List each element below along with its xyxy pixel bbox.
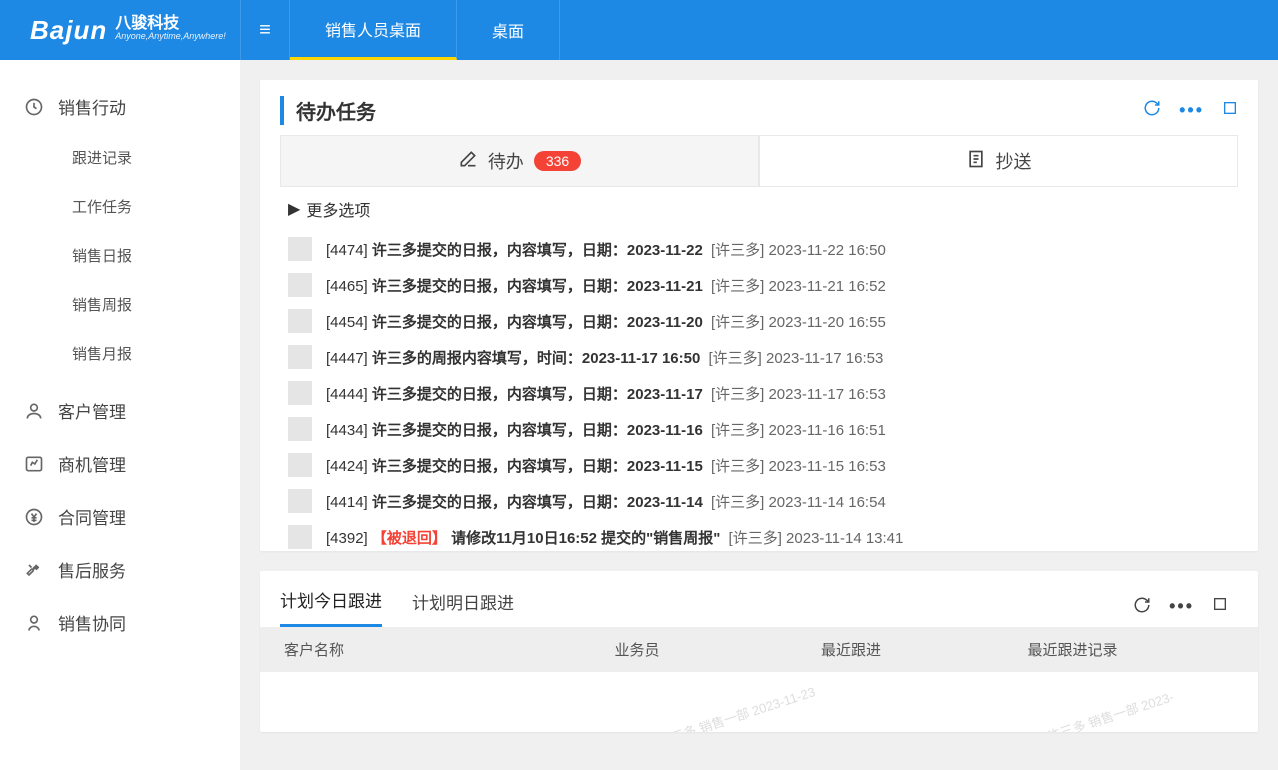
maximize-icon[interactable] [1212, 596, 1228, 619]
nav-follow-record[interactable]: 跟进记录 [0, 133, 240, 182]
todo-count-badge: 336 [534, 151, 581, 171]
target-icon [24, 454, 44, 474]
todo-card: 待办任务 ••• 待办 336 [260, 80, 1258, 551]
empty-table-body: one 许三多 销售一部 2023-11-23 one 许三多 销售一部 202… [260, 672, 1258, 732]
task-checkbox[interactable] [288, 489, 312, 513]
more-options-toggle[interactable]: ▶ 更多选项 [260, 187, 1258, 231]
task-row[interactable]: [4434] 许三多提交的日报，内容填写，日期：2023-11-16 [许三多]… [260, 411, 1258, 447]
menu-icon: ≡ [259, 19, 271, 42]
task-text: [4454] 许三多提交的日报，内容填写，日期：2023-11-20 [许三多]… [326, 311, 886, 332]
task-text: [4414] 许三多提交的日报，内容填写，日期：2023-11-14 [许三多]… [326, 491, 886, 512]
col-recent-record: 最近跟进记录 [1027, 639, 1234, 660]
task-checkbox[interactable] [288, 237, 312, 261]
tab-today-plan[interactable]: 计划今日跟进 [280, 587, 382, 627]
more-icon[interactable]: ••• [1169, 596, 1194, 619]
col-sales: 业务员 [614, 639, 821, 660]
task-row[interactable]: [4424] 许三多提交的日报，内容填写，日期：2023-11-15 [许三多]… [260, 447, 1258, 483]
task-checkbox[interactable] [288, 525, 312, 549]
user-icon [24, 401, 44, 421]
clock-icon [24, 97, 44, 117]
logo-main-text: Bajun [30, 15, 107, 46]
task-checkbox[interactable] [288, 381, 312, 405]
task-text: [4465] 许三多提交的日报，内容填写，日期：2023-11-21 [许三多]… [326, 275, 886, 296]
col-customer: 客户名称 [284, 639, 614, 660]
sidebar: 销售行动 跟进记录 工作任务 销售日报 销售周报 销售月报 客户管理 商机管理 … [0, 60, 240, 770]
nav-sales-collab[interactable]: 销售协同 [0, 596, 240, 649]
triangle-right-icon: ▶ [288, 199, 300, 219]
task-checkbox[interactable] [288, 345, 312, 369]
task-row[interactable]: [4454] 许三多提交的日报，内容填写，日期：2023-11-20 [许三多]… [260, 303, 1258, 339]
header-tabs: 销售人员桌面 桌面 [290, 0, 560, 60]
nav-customer-mgmt[interactable]: 客户管理 [0, 384, 240, 437]
wrench-icon [24, 560, 44, 580]
task-checkbox[interactable] [288, 309, 312, 333]
main-content: 待办任务 ••• 待办 336 [240, 60, 1278, 770]
nav-contract-mgmt[interactable]: 合同管理 [0, 490, 240, 543]
col-recent-follow: 最近跟进 [821, 639, 1028, 660]
task-checkbox[interactable] [288, 273, 312, 297]
people-icon [24, 613, 44, 633]
logo: Bajun 八骏科技 Anyone,Anytime,Anywhere! [0, 15, 240, 46]
task-checkbox[interactable] [288, 417, 312, 441]
plan-card: 计划今日跟进 计划明日跟进 ••• 客户名称 业务员 最近跟进 最近跟进记录 [260, 571, 1258, 732]
todo-title: 待办任务 [280, 96, 376, 125]
nav-sales-monthly[interactable]: 销售月报 [0, 329, 240, 378]
header-tab-desktop[interactable]: 桌面 [457, 0, 560, 60]
nav-work-task[interactable]: 工作任务 [0, 182, 240, 231]
task-row[interactable]: [4447] 许三多的周报内容填写，时间：2023-11-17 16:50 [许… [260, 339, 1258, 375]
doc-icon [966, 149, 986, 174]
nav-sales-action[interactable]: 销售行动 [0, 80, 240, 133]
tab-cc[interactable]: 抄送 [759, 135, 1238, 187]
task-text: [4444] 许三多提交的日报，内容填写，日期：2023-11-17 [许三多]… [326, 383, 886, 404]
nav-after-sales[interactable]: 售后服务 [0, 543, 240, 596]
logo-cn-text: 八骏科技 [115, 18, 226, 30]
task-list[interactable]: [4474] 许三多提交的日报，内容填写，日期：2023-11-22 [许三多]… [260, 231, 1258, 551]
tab-todo[interactable]: 待办 336 [280, 135, 759, 187]
maximize-icon[interactable] [1222, 100, 1238, 121]
nav-sales-weekly[interactable]: 销售周报 [0, 280, 240, 329]
task-text: [4424] 许三多提交的日报，内容填写，日期：2023-11-15 [许三多]… [326, 455, 886, 476]
header-tab-sales-desktop[interactable]: 销售人员桌面 [290, 0, 457, 60]
logo-en-text: Anyone,Anytime,Anywhere! [115, 30, 226, 42]
yen-icon [24, 507, 44, 527]
tab-tomorrow-plan[interactable]: 计划明日跟进 [412, 589, 514, 626]
task-text: [4434] 许三多提交的日报，内容填写，日期：2023-11-16 [许三多]… [326, 419, 886, 440]
nav-opportunity-mgmt[interactable]: 商机管理 [0, 437, 240, 490]
task-checkbox[interactable] [288, 453, 312, 477]
task-row[interactable]: [4444] 许三多提交的日报，内容填写，日期：2023-11-17 [许三多]… [260, 375, 1258, 411]
task-row[interactable]: [4392] 【被退回】 请修改11月10日16:52 提交的"销售周报" [许… [260, 519, 1258, 551]
task-text: [4447] 许三多的周报内容填写，时间：2023-11-17 16:50 [许… [326, 347, 883, 368]
edit-icon [458, 149, 478, 174]
plan-table-header: 客户名称 业务员 最近跟进 最近跟进记录 [260, 627, 1258, 672]
refresh-icon[interactable] [1133, 596, 1151, 619]
app-header: Bajun 八骏科技 Anyone,Anytime,Anywhere! ≡ 销售… [0, 0, 1278, 60]
more-icon[interactable]: ••• [1179, 100, 1204, 121]
nav-sales-daily[interactable]: 销售日报 [0, 231, 240, 280]
refresh-icon[interactable] [1143, 99, 1161, 122]
task-row[interactable]: [4465] 许三多提交的日报，内容填写，日期：2023-11-21 [许三多]… [260, 267, 1258, 303]
task-text: [4474] 许三多提交的日报，内容填写，日期：2023-11-22 [许三多]… [326, 239, 886, 260]
menu-toggle-button[interactable]: ≡ [240, 0, 290, 60]
task-row[interactable]: [4414] 许三多提交的日报，内容填写，日期：2023-11-14 [许三多]… [260, 483, 1258, 519]
task-row[interactable]: [4474] 许三多提交的日报，内容填写，日期：2023-11-22 [许三多]… [260, 231, 1258, 267]
task-text: [4392] 【被退回】 请修改11月10日16:52 提交的"销售周报" [许… [326, 527, 903, 548]
